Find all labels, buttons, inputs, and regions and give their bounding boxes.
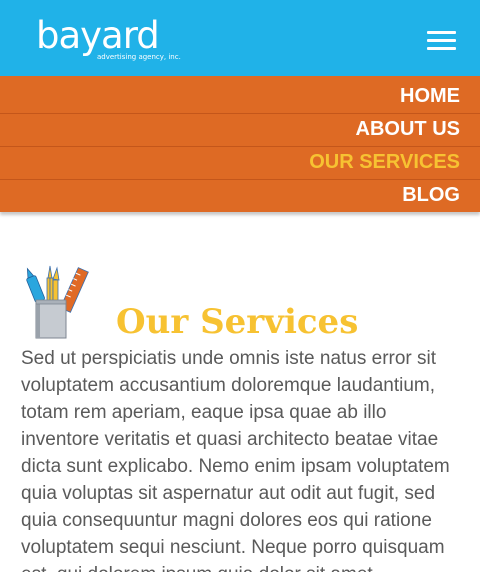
- nav-item-our-services[interactable]: OUR SERVICES: [0, 146, 480, 179]
- hamburger-menu-icon[interactable]: [427, 31, 457, 53]
- nav-item-home[interactable]: HOME: [0, 80, 480, 113]
- bayard-logo[interactable]: bayard advertising agency, inc.: [36, 14, 186, 66]
- pencil-cup-icon: [26, 265, 89, 339]
- nav-item-about-us[interactable]: ABOUT US: [0, 113, 480, 146]
- logo-tagline: advertising agency, inc.: [97, 53, 181, 61]
- page-title: Our Services: [116, 302, 359, 342]
- services-description: Sed ut perspiciatis unde omnis iste natu…: [21, 348, 450, 572]
- nav-item-blog[interactable]: BLOG: [0, 179, 480, 212]
- logo-wordmark: bayard: [36, 14, 160, 57]
- site-header: bayard advertising agency, inc.: [0, 0, 480, 76]
- main-nav-menu: HOME ABOUT US OUR SERVICES BLOG: [0, 76, 480, 212]
